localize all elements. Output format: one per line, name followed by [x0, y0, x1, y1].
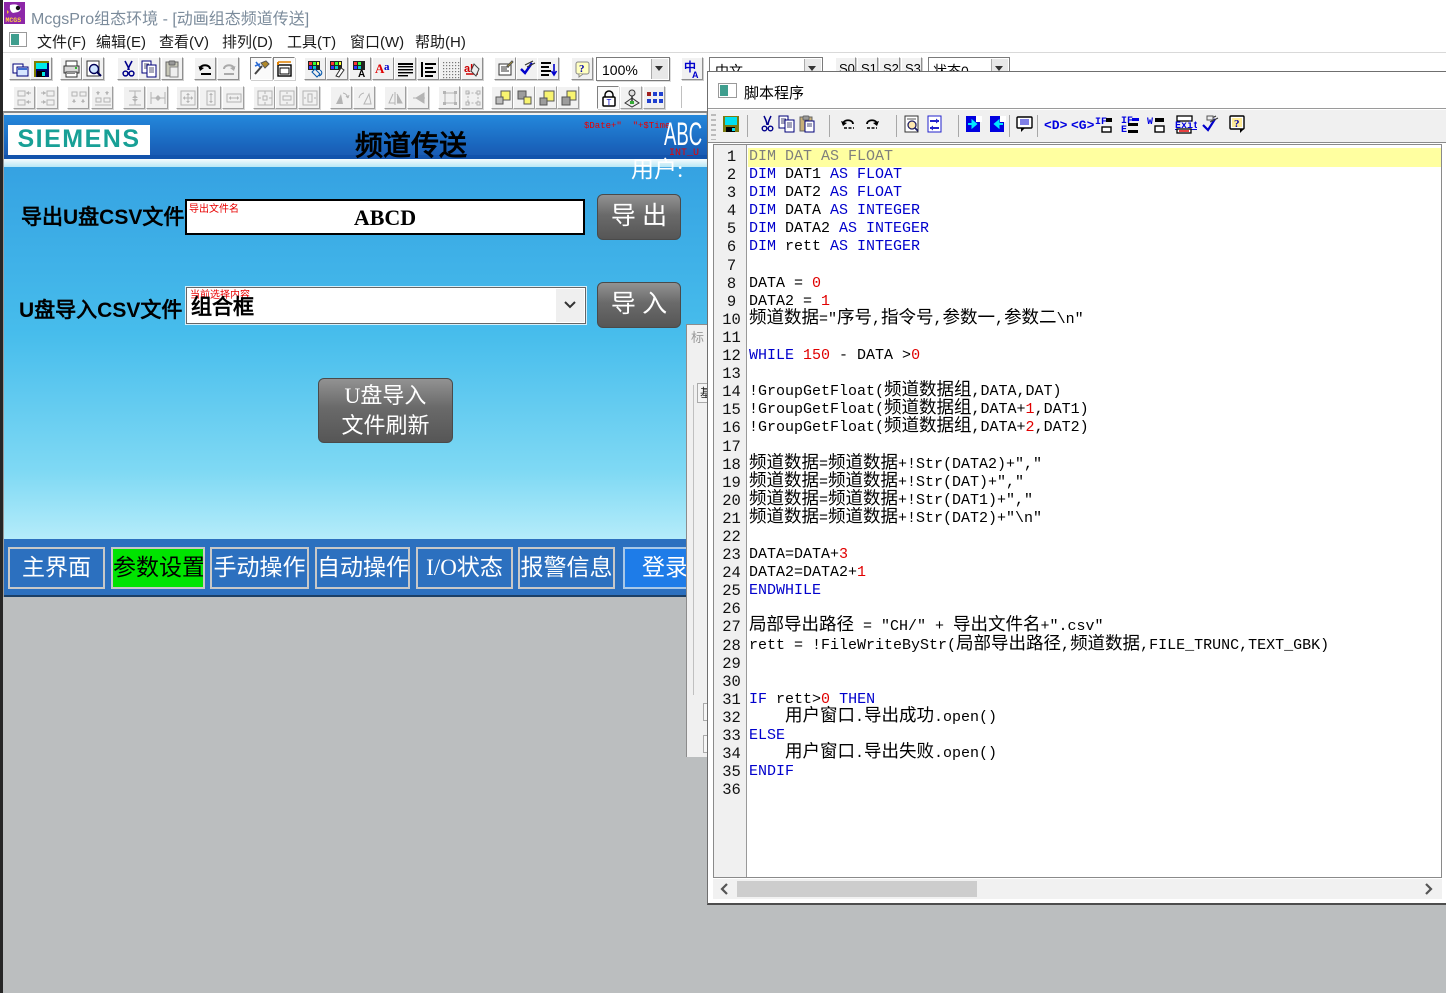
svg-text:MCGS: MCGS — [6, 17, 22, 24]
svg-text:T: T — [607, 98, 612, 107]
svg-text:E: E — [1121, 125, 1127, 134]
svg-text:W: W — [1147, 117, 1153, 128]
svg-text:A: A — [358, 69, 365, 79]
svg-text:A: A — [692, 70, 699, 79]
svg-text:?: ? — [579, 63, 585, 75]
svg-text:a: a — [384, 61, 390, 73]
svg-text:?: ? — [1234, 118, 1240, 130]
